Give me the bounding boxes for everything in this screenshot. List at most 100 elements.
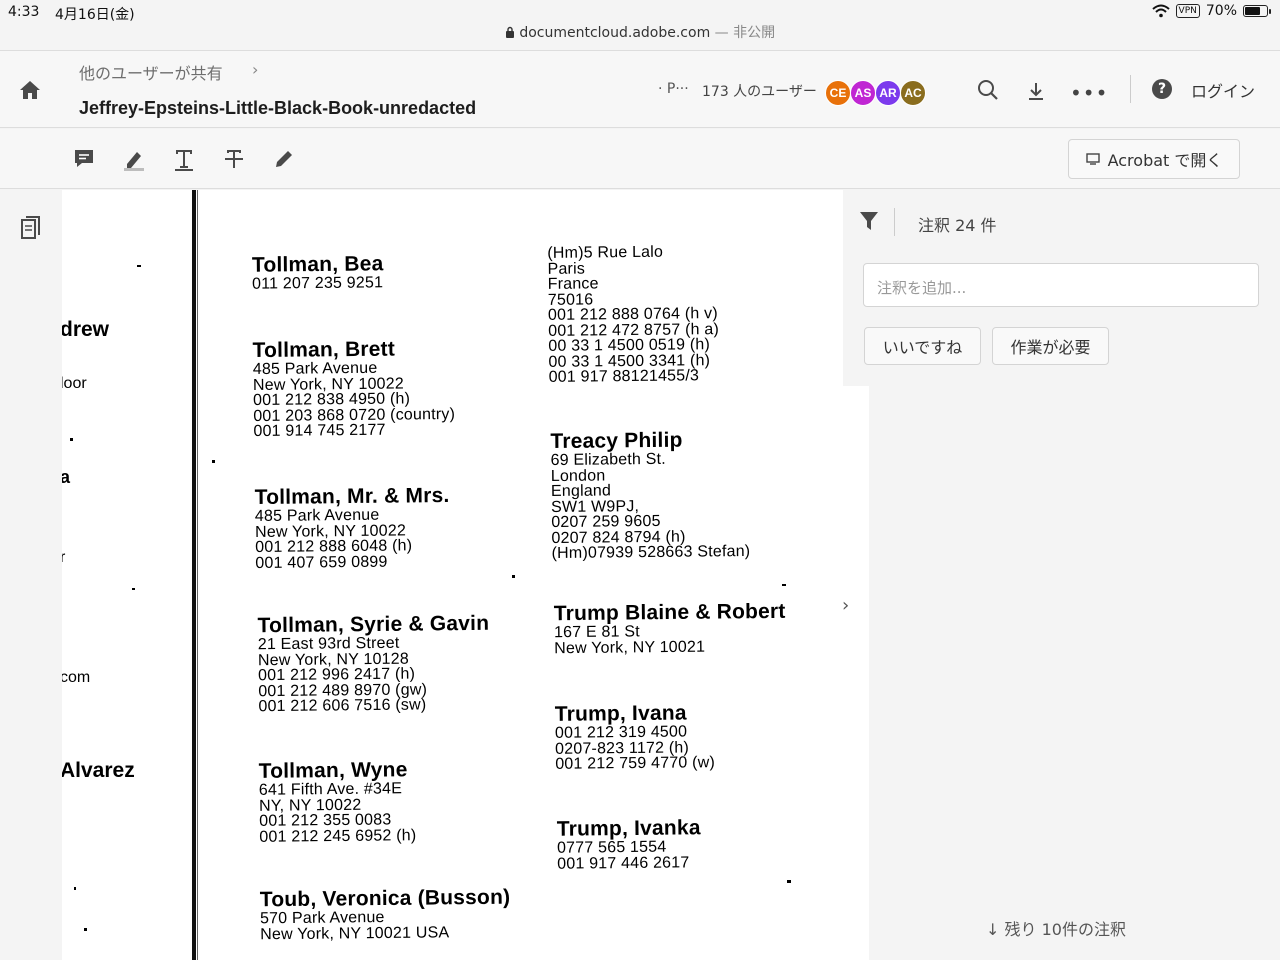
contact-entry: Trump, Ivana 001 212 319 4500 0207-823 1… xyxy=(554,701,715,772)
scan-speck xyxy=(787,880,791,883)
next-page-chevron-icon[interactable]: › xyxy=(842,595,849,616)
avatar[interactable]: AS xyxy=(850,80,876,106)
left-rail xyxy=(0,190,62,960)
strikethrough-icon[interactable] xyxy=(222,147,246,171)
lock-icon xyxy=(505,26,514,38)
contact-line: 001 212 319 4500 xyxy=(554,723,688,742)
pencil-icon[interactable] xyxy=(272,147,296,171)
scan-speck xyxy=(137,265,141,267)
vpn-badge: VPN xyxy=(1175,4,1200,18)
presence-label: · P··· xyxy=(658,81,689,97)
more-icon[interactable]: ••• xyxy=(1070,81,1108,105)
comments-panel: 注釈 24 件 注釈を追加... いいですね 作業が必要 xyxy=(843,190,1280,386)
needs-work-chip[interactable]: 作業が必要 xyxy=(992,327,1109,365)
contact-name: Treacy Philip xyxy=(550,428,683,454)
left-page-fragment: drew xyxy=(62,318,110,341)
contact-line: 001 212 606 7516 (sw) xyxy=(258,696,427,716)
contact-entry: Tollman, Bea 011 207 235 9251 xyxy=(251,252,384,293)
arrow-down-icon: ↓ xyxy=(986,920,1000,939)
contact-entry: Tollman, Mr. & Mrs. 485 Park Avenue New … xyxy=(254,483,451,572)
comment-count: 注釈 24 件 xyxy=(918,216,997,235)
contact-entry: Tollman, Wyne 641 Fifth Ave. #34E NY, NY… xyxy=(258,758,417,846)
highlight-icon[interactable] xyxy=(122,147,146,171)
avatar[interactable]: AC xyxy=(900,80,926,106)
left-page-fragment: a xyxy=(62,467,71,487)
header-divider xyxy=(1130,75,1131,103)
remaining-comments-link[interactable]: ↓ 残り 10件の注釈 xyxy=(986,916,1126,940)
contact-entry: Toub, Veronica (Busson) 570 Park Avenue … xyxy=(259,885,511,943)
avatar[interactable]: AR xyxy=(875,80,901,106)
contact-line: 001 917 446 2617 xyxy=(557,853,690,873)
contact-entry: (Hm)5 Rue Lalo Paris France 75016 001 21… xyxy=(547,243,719,386)
panel-divider xyxy=(894,208,895,236)
document-title: Jeffrey-Epsteins-Little-Black-Book-unred… xyxy=(79,98,477,118)
contact-line: 641 Fifth Ave. #34E xyxy=(258,780,403,799)
url-visibility: — 非公開 xyxy=(714,25,776,41)
search-icon[interactable] xyxy=(977,79,999,101)
open-in-acrobat-button[interactable]: Acrobat で開く xyxy=(1068,139,1240,179)
contact-line: (Hm)07939 528663 Stefan) xyxy=(551,542,751,563)
status-indicators: VPN 70% xyxy=(1151,3,1271,19)
contact-line: 001 212 245 6952 (h) xyxy=(259,826,417,846)
remaining-comments-label: 残り 10件の注釈 xyxy=(1004,920,1126,939)
document-viewer[interactable]: drew loor a r com Alvarez Tollman, Bea 0… xyxy=(62,190,869,960)
download-icon[interactable] xyxy=(1026,81,1046,101)
contact-entry: Trump Blaine & Robert 167 E 81 St New Yo… xyxy=(553,599,786,657)
wifi-icon xyxy=(1151,4,1170,18)
comments-panel-lower: ↓ 残り 10件の注釈 xyxy=(869,386,1280,960)
login-button[interactable]: ログイン xyxy=(1191,78,1255,102)
scan-speck xyxy=(74,887,76,890)
avatar-group[interactable]: CE AS AR AC xyxy=(825,80,926,106)
home-icon[interactable] xyxy=(18,79,42,101)
contact-line: 001 407 659 0899 xyxy=(255,553,388,572)
contact-name: Tollman, Wyne xyxy=(258,758,408,783)
scan-speck xyxy=(512,575,515,578)
contact-name: Trump, Ivanka xyxy=(556,816,701,841)
contact-line: 011 207 235 9251 xyxy=(252,274,384,293)
left-page-fragment: com xyxy=(62,669,91,686)
user-count[interactable]: 173 人のユーザー xyxy=(702,81,817,101)
avatar[interactable]: CE xyxy=(825,80,851,106)
annotation-toolbar: Acrobat で開く xyxy=(0,129,1280,189)
breadcrumb-chevron-icon: › xyxy=(252,60,259,79)
contact-name: Trump Blaine & Robert xyxy=(553,599,786,626)
filter-icon[interactable] xyxy=(859,210,879,232)
scan-speck xyxy=(70,438,73,441)
app-header: 他のユーザーが共有 › Jeffrey-Epsteins-Little-Blac… xyxy=(0,50,1280,128)
page-spine xyxy=(192,190,196,960)
monitor-icon xyxy=(1085,153,1100,165)
text-icon[interactable] xyxy=(172,147,196,171)
comment-icon[interactable] xyxy=(72,147,96,171)
battery-percent: 70% xyxy=(1205,3,1237,19)
contact-name: Tollman, Syrie & Gavin xyxy=(257,611,490,638)
contact-line: New York, NY 10021 xyxy=(554,638,706,657)
contact-name: Tollman, Bea xyxy=(251,252,384,277)
breadcrumb[interactable]: 他のユーザーが共有 xyxy=(79,60,223,84)
pages-icon[interactable] xyxy=(21,216,41,240)
like-chip[interactable]: いいですね xyxy=(864,327,981,365)
contact-line: Paris xyxy=(547,260,586,278)
add-comment-input[interactable]: 注釈を追加... xyxy=(863,263,1259,307)
contact-name: Tollman, Mr. & Mrs. xyxy=(254,483,450,510)
scan-speck xyxy=(132,588,135,590)
contact-name: Toub, Veronica (Busson) xyxy=(259,885,511,912)
contact-name: Trump, Ivana xyxy=(554,701,687,726)
battery-icon xyxy=(1243,5,1271,17)
scan-speck xyxy=(84,928,87,931)
status-time: 4:33 xyxy=(8,4,40,20)
left-page-fragment: Alvarez xyxy=(62,759,135,782)
help-icon[interactable]: ? xyxy=(1152,79,1172,99)
contact-line: France xyxy=(547,275,599,293)
contact-entry: Tollman, Brett 485 Park Avenue New York,… xyxy=(252,338,455,440)
left-page-fragment: r xyxy=(62,549,66,566)
contact-line: (Hm)5 Rue Lalo xyxy=(547,243,664,262)
contact-line: 001 914 745 2177 xyxy=(253,421,386,441)
url-bar[interactable]: documentcloud.adobe.com — 非公開 xyxy=(0,22,1280,42)
contact-entry: Treacy Philip 69 Elizabeth St. London En… xyxy=(550,429,750,562)
contact-line: New York, NY 10021 USA xyxy=(260,923,450,943)
contact-line: 001 917 88121455/3 xyxy=(548,367,700,386)
page-spine-edge xyxy=(197,190,198,960)
open-in-acrobat-label: Acrobat で開く xyxy=(1107,151,1223,170)
status-date: 4月16日(金) xyxy=(55,7,135,23)
contact-entry: Tollman, Syrie & Gavin 21 East 93rd Stre… xyxy=(257,611,490,716)
